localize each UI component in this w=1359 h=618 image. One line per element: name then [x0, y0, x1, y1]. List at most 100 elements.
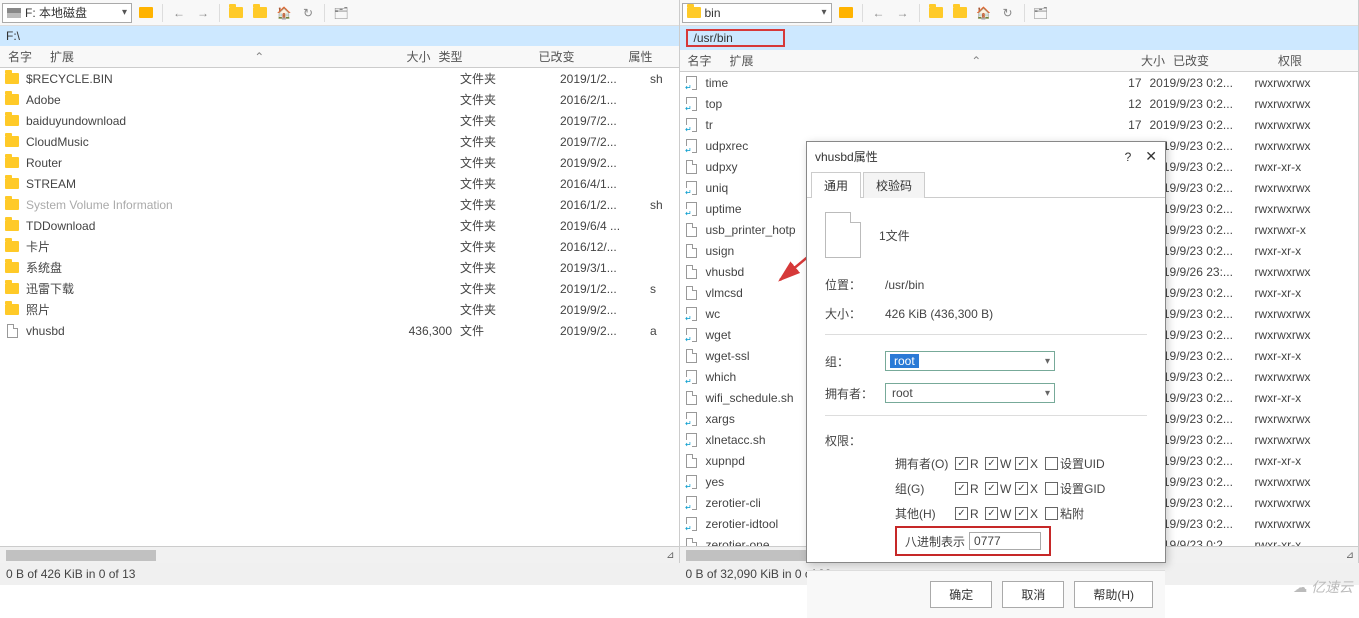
help-icon[interactable]: ?: [1125, 150, 1132, 164]
tree-icon[interactable]: 🗂: [1031, 3, 1051, 23]
filename: STREAM: [26, 177, 76, 191]
filename: 迅雷下载: [26, 280, 74, 297]
table-row[interactable]: $RECYCLE.BIN文件夹2019/1/2...sh: [0, 68, 679, 89]
cell-type: 文件夹: [460, 70, 560, 87]
col-size[interactable]: 大小: [369, 48, 439, 65]
filename: uniq: [706, 181, 729, 195]
group-r-checkbox[interactable]: ✓R: [955, 482, 985, 496]
cell-type: 文件夹: [460, 154, 560, 171]
home-icon[interactable]: 🏠: [274, 3, 294, 23]
table-row[interactable]: baiduyundownload文件夹2019/7/2...: [0, 110, 679, 131]
symlink-icon: [686, 328, 697, 342]
refresh-icon[interactable]: ↻: [298, 3, 318, 23]
table-row[interactable]: tr172019/9/23 0:2...rwxrwxrwx: [680, 114, 1359, 135]
octal-input[interactable]: 0777: [969, 532, 1041, 550]
table-row[interactable]: 系统盘文件夹2019/3/1...: [0, 257, 679, 278]
setgid-checkbox[interactable]: 设置GID: [1045, 480, 1135, 497]
table-row[interactable]: System Volume Information文件夹2016/1/2...s…: [0, 194, 679, 215]
col-name[interactable]: 名字: [0, 48, 50, 65]
table-row[interactable]: time172019/9/23 0:2...rwxrwxrwx: [680, 72, 1359, 93]
back-icon[interactable]: ←: [869, 3, 889, 23]
ok-button[interactable]: 确定: [930, 581, 992, 608]
cell-perm: rwxrwxrwx: [1255, 139, 1335, 153]
refresh-icon[interactable]: ↻: [998, 3, 1018, 23]
table-row[interactable]: top122019/9/23 0:2...rwxrwxrwx: [680, 93, 1359, 114]
col-attr[interactable]: 属性: [629, 48, 679, 65]
left-column-headers[interactable]: 名字 扩展 ⌃ 大小 类型 已改变 属性: [0, 46, 679, 68]
help-button[interactable]: 帮助(H): [1074, 581, 1153, 608]
cell-date: 2019/7/2...: [560, 135, 650, 149]
table-row[interactable]: 卡片文件夹2016/12/...: [0, 236, 679, 257]
left-drive-selector[interactable]: F: 本地磁盘 ▾: [2, 3, 132, 23]
cell-date: 2016/4/1...: [560, 177, 650, 191]
other-w-checkbox[interactable]: ✓W: [985, 507, 1015, 521]
symlink-icon: [686, 97, 697, 111]
table-row[interactable]: Router文件夹2019/9/2...: [0, 152, 679, 173]
sticky-checkbox[interactable]: 粘附: [1045, 505, 1135, 522]
group-select[interactable]: root▾: [885, 351, 1055, 371]
table-row[interactable]: CloudMusic文件夹2019/7/2...: [0, 131, 679, 152]
forward-icon[interactable]: →: [893, 3, 913, 23]
favorite2-icon[interactable]: [250, 3, 270, 23]
cell-type: 文件夹: [460, 259, 560, 276]
left-path-bar[interactable]: F:\: [0, 26, 679, 46]
cancel-button[interactable]: 取消: [1002, 581, 1064, 608]
cell-perm: rwxr-xr-x: [1255, 160, 1335, 174]
col-date[interactable]: 已改变: [1173, 52, 1278, 69]
setuid-checkbox[interactable]: 设置UID: [1045, 455, 1135, 472]
size-value: 426 KiB (436,300 B): [885, 307, 1147, 321]
close-icon[interactable]: ✕: [1145, 148, 1157, 165]
col-type[interactable]: 类型: [439, 48, 539, 65]
open-folder-icon[interactable]: [836, 3, 856, 23]
sort-indicator-icon: ⌃: [150, 50, 369, 64]
other-x-checkbox[interactable]: ✓X: [1015, 507, 1045, 521]
left-filelist[interactable]: $RECYCLE.BIN文件夹2019/1/2...shAdobe文件夹2016…: [0, 68, 679, 546]
col-date[interactable]: 已改变: [539, 48, 629, 65]
file-icon: [686, 349, 697, 363]
tree-icon[interactable]: 🗂: [331, 3, 351, 23]
symlink-icon: [686, 496, 697, 510]
col-ext[interactable]: 扩展: [50, 48, 150, 65]
group-w-checkbox[interactable]: ✓W: [985, 482, 1015, 496]
properties-dialog: vhusbd属性 ? ✕ 通用 校验码 1文件 位置： /usr/bin 大小：…: [806, 141, 1166, 563]
folder-icon: [5, 136, 19, 147]
right-path-bar[interactable]: /usr/bin: [680, 26, 1359, 50]
other-r-checkbox[interactable]: ✓R: [955, 507, 985, 521]
back-icon[interactable]: ←: [169, 3, 189, 23]
dialog-titlebar[interactable]: vhusbd属性 ? ✕: [807, 142, 1165, 171]
table-row[interactable]: vhusbd436,300文件2019/9/2...a: [0, 320, 679, 341]
col-size[interactable]: 大小: [1123, 52, 1173, 69]
owner-x-checkbox[interactable]: ✓X: [1015, 457, 1045, 471]
owner-select[interactable]: root▾: [885, 383, 1055, 403]
symlink-icon: [686, 370, 697, 384]
right-column-headers[interactable]: 名字 扩展 ⌃ 大小 已改变 权限: [680, 50, 1359, 72]
owner-r-checkbox[interactable]: ✓R: [955, 457, 985, 471]
cell-size: 17: [1100, 118, 1150, 132]
left-scrollbar[interactable]: ⊿: [0, 546, 679, 563]
forward-icon[interactable]: →: [193, 3, 213, 23]
right-drive-selector[interactable]: bin ▾: [682, 3, 832, 23]
favorite-icon[interactable]: [226, 3, 246, 23]
table-row[interactable]: 迅雷下载文件夹2019/1/2...s: [0, 278, 679, 299]
filename: vhusbd: [26, 324, 65, 338]
filename: tr: [706, 118, 713, 132]
table-row[interactable]: 照片文件夹2019/9/2...: [0, 299, 679, 320]
group-x-checkbox[interactable]: ✓X: [1015, 482, 1045, 496]
tab-general[interactable]: 通用: [811, 172, 861, 198]
filename: usb_printer_hotp: [706, 223, 796, 237]
owner-w-checkbox[interactable]: ✓W: [985, 457, 1015, 471]
table-row[interactable]: Adobe文件夹2016/2/1...: [0, 89, 679, 110]
favorite-icon[interactable]: [926, 3, 946, 23]
favorite2-icon[interactable]: [950, 3, 970, 23]
dialog-tabs: 通用 校验码: [807, 171, 1165, 198]
folder-icon: [5, 157, 19, 168]
tab-checksum[interactable]: 校验码: [863, 172, 925, 198]
home-icon[interactable]: 🏠: [974, 3, 994, 23]
col-perm[interactable]: 权限: [1278, 52, 1358, 69]
table-row[interactable]: TDDownload文件夹2019/6/4 ...: [0, 215, 679, 236]
left-toolbar: F: 本地磁盘 ▾ ← → 🏠 ↻ 🗂: [0, 0, 679, 26]
open-folder-icon[interactable]: [136, 3, 156, 23]
table-row[interactable]: STREAM文件夹2016/4/1...: [0, 173, 679, 194]
col-name[interactable]: 名字: [680, 52, 730, 69]
col-ext[interactable]: 扩展: [730, 52, 830, 69]
